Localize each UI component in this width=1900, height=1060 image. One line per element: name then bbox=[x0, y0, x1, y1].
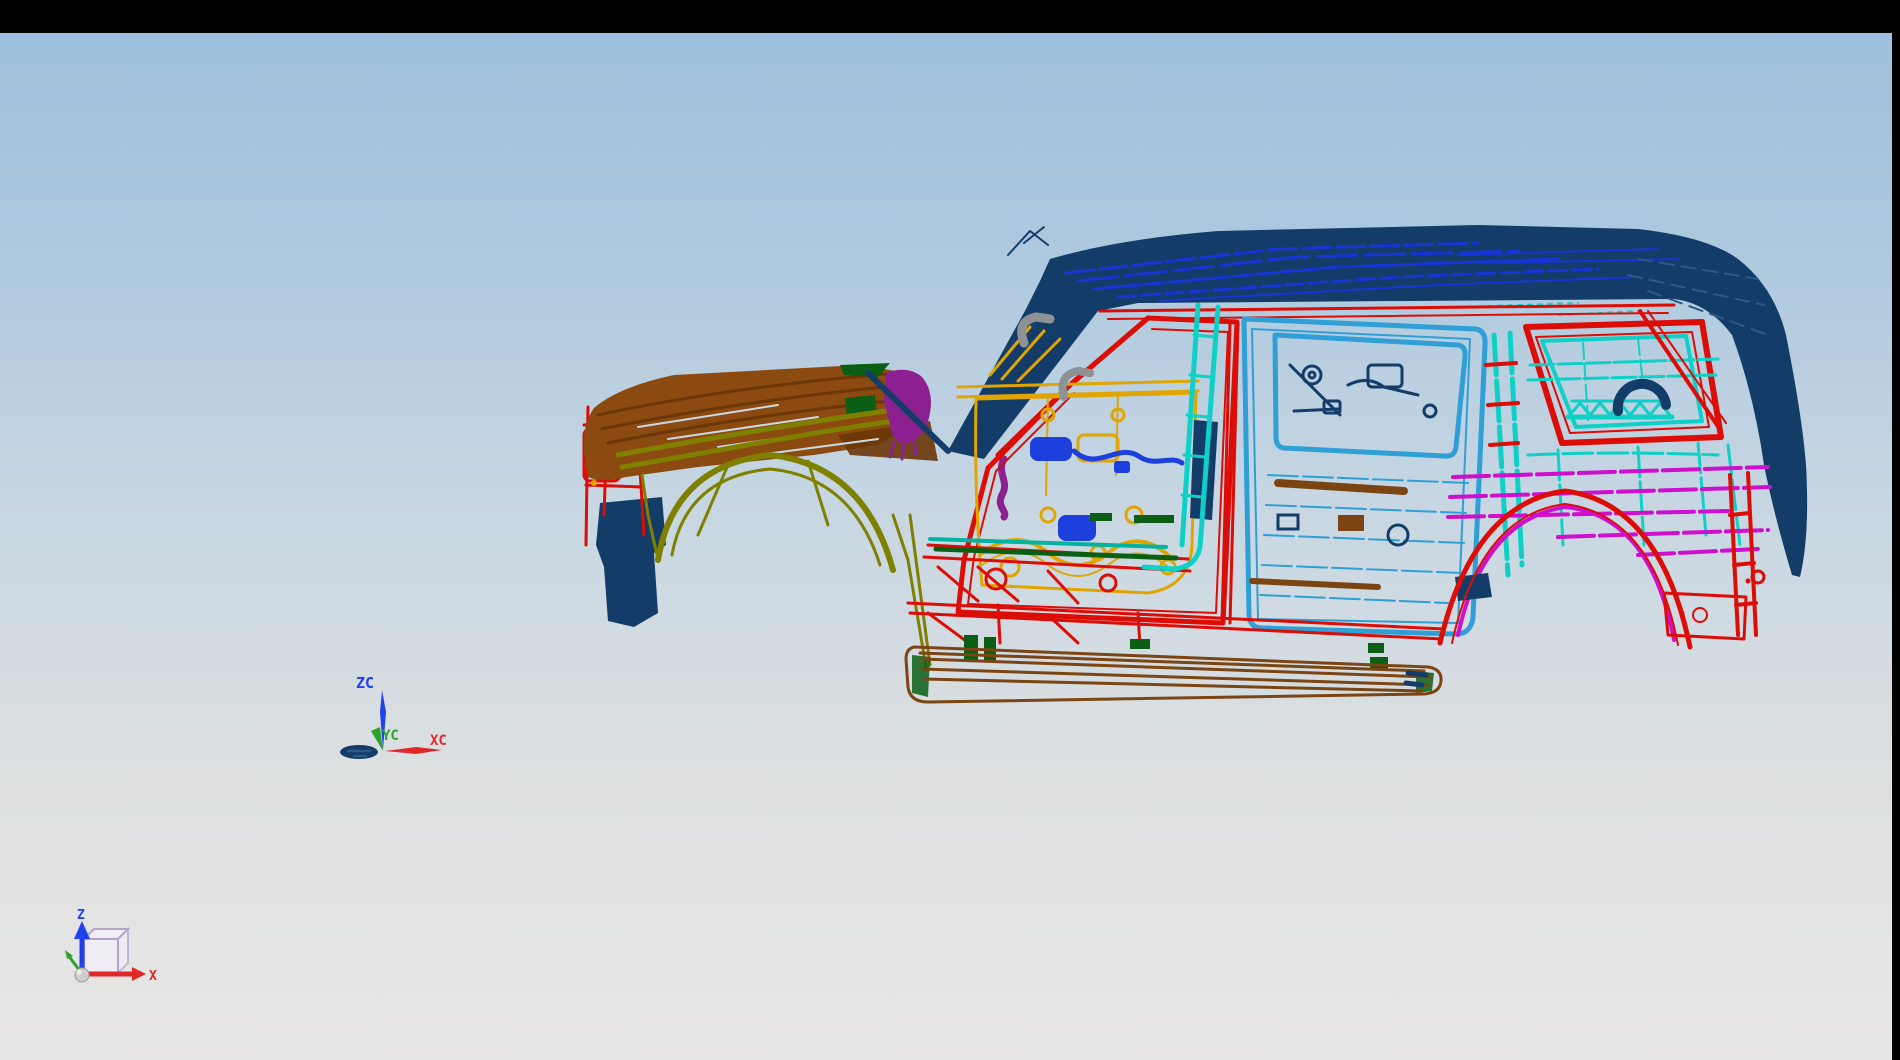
front-wheel-arch-inner bbox=[670, 467, 882, 567]
rear-panel-dot bbox=[1679, 610, 1685, 616]
view-z-label: Z bbox=[77, 908, 85, 923]
rear-detail-dot bbox=[1745, 578, 1751, 584]
b-pillar[interactable] bbox=[1141, 302, 1240, 625]
front-door[interactable] bbox=[922, 312, 1240, 626]
board-end-green-left bbox=[912, 655, 930, 697]
window-regulator bbox=[1288, 363, 1438, 419]
cad-application-screen: ZC YC XC Z X bbox=[0, 0, 1900, 1060]
front-fastener bbox=[591, 480, 597, 486]
wcs-z-label: ZC bbox=[356, 674, 374, 692]
roof-rail-wire bbox=[1007, 226, 1049, 256]
view-origin-sphere-highlight bbox=[76, 969, 82, 975]
view-cube-front bbox=[83, 938, 119, 974]
origin-part[interactable] bbox=[340, 745, 378, 759]
view-y-axis[interactable] bbox=[65, 950, 82, 972]
door-brown-band bbox=[1274, 479, 1408, 495]
door-brown-strip bbox=[1249, 578, 1381, 590]
latch-actuator bbox=[1030, 437, 1072, 461]
door-lock-ring bbox=[1386, 523, 1410, 547]
door-lock-bracket bbox=[1276, 513, 1300, 531]
rear-panel-ring bbox=[1692, 607, 1708, 623]
wcs-triad[interactable]: ZC YC XC bbox=[330, 650, 510, 780]
cable-clip bbox=[1114, 461, 1130, 473]
front-wheel-arch bbox=[655, 452, 896, 573]
mech-ring-2 bbox=[1098, 573, 1118, 593]
graphics-window[interactable]: ZC YC XC Z X bbox=[0, 33, 1892, 1060]
car-body-wireframe-model[interactable] bbox=[578, 215, 1828, 710]
b-pillar-glass-run bbox=[1141, 302, 1221, 572]
door-brown-block bbox=[1338, 515, 1364, 531]
running-board-ribs bbox=[918, 651, 1432, 693]
green-patch-a bbox=[1090, 513, 1112, 521]
green-patch-b bbox=[1134, 515, 1174, 523]
wcs-y-label: YC bbox=[382, 728, 399, 744]
view-cube[interactable] bbox=[81, 926, 131, 976]
rear-wheelhouse[interactable] bbox=[1437, 465, 1772, 650]
cant-rail-outer bbox=[1098, 303, 1676, 313]
view-z-head bbox=[74, 921, 90, 939]
rear-door-window bbox=[1272, 332, 1468, 459]
view-x-head bbox=[132, 967, 146, 981]
front-bracket bbox=[596, 497, 666, 627]
wcs-x-label: XC bbox=[430, 733, 447, 749]
view-orientation-triad[interactable]: Z X bbox=[60, 895, 190, 1005]
rocker-assembly[interactable] bbox=[904, 601, 1446, 704]
cowl-squiggle bbox=[996, 455, 1009, 521]
top-black-bar bbox=[0, 0, 1900, 33]
quarter-diagonal-brace-2 bbox=[1647, 310, 1727, 424]
rear-door[interactable] bbox=[1241, 316, 1488, 637]
view-origin-sphere[interactable] bbox=[74, 967, 90, 983]
view-x-label: X bbox=[149, 969, 157, 984]
right-black-bar bbox=[1892, 0, 1900, 1060]
